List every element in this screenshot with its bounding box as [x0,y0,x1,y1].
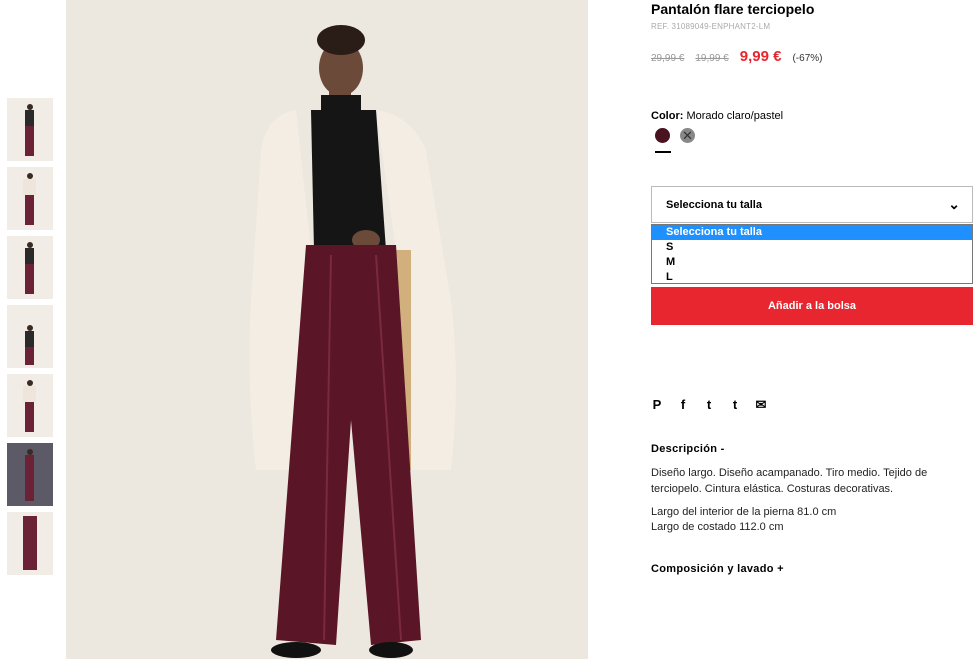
side-length: Largo de costado 112.0 cm [651,521,784,533]
size-option-m[interactable]: M [652,255,972,270]
add-to-bag-button[interactable]: Añadir a la bolsa [651,287,973,325]
chevron-down-icon: ⌄ [948,196,960,212]
price-previous: 19,99 € [695,53,729,64]
twitter-icon[interactable]: t [703,397,715,413]
facebook-icon[interactable]: f [677,397,689,413]
price-block: 29,99 € 19,99 € 9,99 € (-67%) [651,48,822,65]
product-main-image [66,0,588,659]
product-reference: REF. 31089049-ENPHANT2-LM [651,22,771,31]
color-swatch-grey[interactable]: ✕ [680,128,695,143]
description-heading[interactable]: Descripción - [651,443,725,455]
size-option-placeholder[interactable]: Selecciona tu talla [652,225,972,240]
color-value: Morado claro/pastel [686,110,784,122]
price-current: 9,99 € [739,48,782,65]
thumbnail-3[interactable] [7,236,53,299]
description-text: Diseño largo. Diseño acampanado. Tiro me… [651,467,928,495]
pinterest-icon[interactable]: P [651,397,663,413]
email-icon[interactable]: ✉ [755,397,767,413]
discount-badge: (-67%) [792,53,823,64]
thumbnail-7[interactable] [7,512,53,575]
product-title: Pantalón flare terciopelo [651,1,815,17]
measurements: Largo del interior de la pierna 81.0 cm … [651,505,836,535]
thumbnail-2[interactable] [7,167,53,230]
thumbnail-1[interactable] [7,98,53,161]
composition-toggle[interactable]: Composición y lavado + [651,563,784,575]
inseam-length: Largo del interior de la pierna 81.0 cm [651,506,837,518]
color-label-key: Color: [651,110,684,122]
size-select[interactable]: Selecciona tu talla ⌄ [651,186,973,223]
thumbnail-strip [7,98,53,581]
size-option-l[interactable]: L [652,270,972,285]
thumbnail-4[interactable] [7,305,53,368]
unavailable-cross-icon: ✕ [682,128,693,143]
size-option-s[interactable]: S [652,240,972,255]
color-label: Color: Morado claro/pastel [651,110,783,122]
thumbnail-6[interactable] [7,443,53,506]
size-select-label: Selecciona tu talla [666,199,762,211]
color-swatch-burgundy[interactable] [655,128,670,143]
price-original: 29,99 € [651,53,685,64]
social-share-bar: P f t t ✉ [651,397,767,413]
tumblr-icon[interactable]: t [729,397,741,413]
size-dropdown-list: Selecciona tu talla S M L [651,224,973,284]
selected-swatch-indicator [655,151,671,153]
thumbnail-5[interactable] [7,374,53,437]
